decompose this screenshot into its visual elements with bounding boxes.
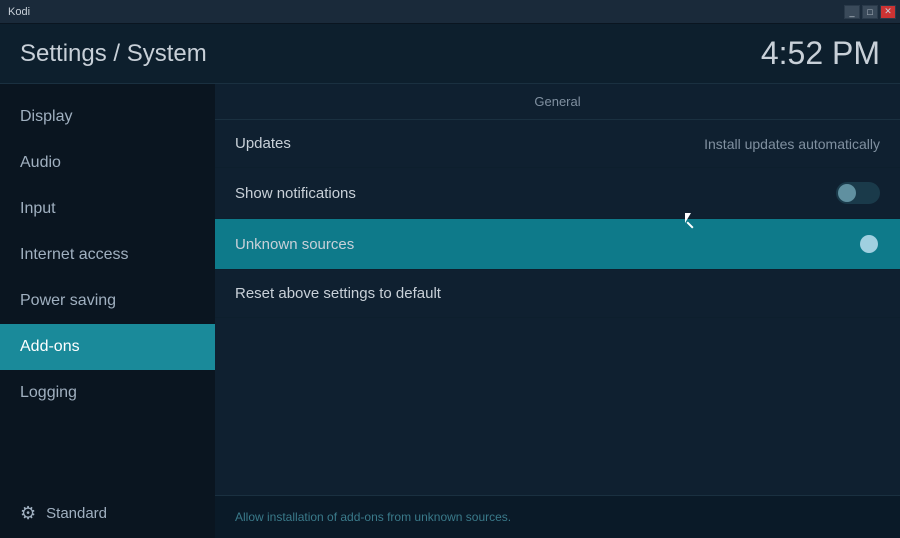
show-notifications-toggle[interactable] xyxy=(836,182,880,204)
header: Settings / System 4:52 PM xyxy=(0,24,900,84)
unknown-sources-toggle-knob xyxy=(860,235,878,253)
sidebar-item-internet-access[interactable]: Internet access xyxy=(0,232,215,278)
main-layout: Display Audio Input Internet access Powe… xyxy=(0,84,900,538)
title-bar: Kodi _ □ ✕ xyxy=(0,0,900,24)
maximize-button[interactable]: □ xyxy=(862,5,878,19)
sidebar: Display Audio Input Internet access Powe… xyxy=(0,84,215,538)
content-footer: Allow installation of add-ons from unkno… xyxy=(215,495,900,538)
settings-list: Updates Install updates automatically Sh… xyxy=(215,120,900,495)
gear-icon: ⚙ xyxy=(20,503,36,524)
sidebar-item-add-ons[interactable]: Add-ons xyxy=(0,324,215,370)
show-notifications-label: Show notifications xyxy=(235,185,356,202)
sidebar-item-input[interactable]: Input xyxy=(0,186,215,232)
minimize-button[interactable]: _ xyxy=(844,5,860,19)
sidebar-item-power-saving[interactable]: Power saving xyxy=(0,278,215,324)
setting-row-updates[interactable]: Updates Install updates automatically xyxy=(215,120,900,168)
unknown-sources-toggle[interactable] xyxy=(836,233,880,255)
close-button[interactable]: ✕ xyxy=(880,5,896,19)
show-notifications-toggle-knob xyxy=(838,184,856,202)
sidebar-item-display[interactable]: Display xyxy=(0,94,215,140)
footer-hint: Allow installation of add-ons from unkno… xyxy=(235,510,511,524)
sidebar-item-logging[interactable]: Logging xyxy=(0,370,215,416)
setting-row-show-notifications[interactable]: Show notifications xyxy=(215,168,900,219)
setting-row-unknown-sources[interactable]: Unknown sources xyxy=(215,219,900,270)
setting-row-reset[interactable]: Reset above settings to default xyxy=(215,270,900,318)
title-bar-text: Kodi xyxy=(8,6,30,18)
updates-label: Updates xyxy=(235,135,291,152)
updates-value: Install updates automatically xyxy=(704,136,880,152)
title-bar-controls[interactable]: _ □ ✕ xyxy=(844,5,896,19)
standard-label: Standard xyxy=(46,505,107,522)
reset-label: Reset above settings to default xyxy=(235,285,441,302)
unknown-sources-label: Unknown sources xyxy=(235,236,354,253)
page-title: Settings / System xyxy=(20,40,207,68)
clock: 4:52 PM xyxy=(761,35,880,72)
sidebar-item-audio[interactable]: Audio xyxy=(0,140,215,186)
section-header: General xyxy=(215,84,900,120)
content-area: General Updates Install updates automati… xyxy=(215,84,900,538)
sidebar-bottom[interactable]: ⚙ Standard xyxy=(0,489,215,538)
